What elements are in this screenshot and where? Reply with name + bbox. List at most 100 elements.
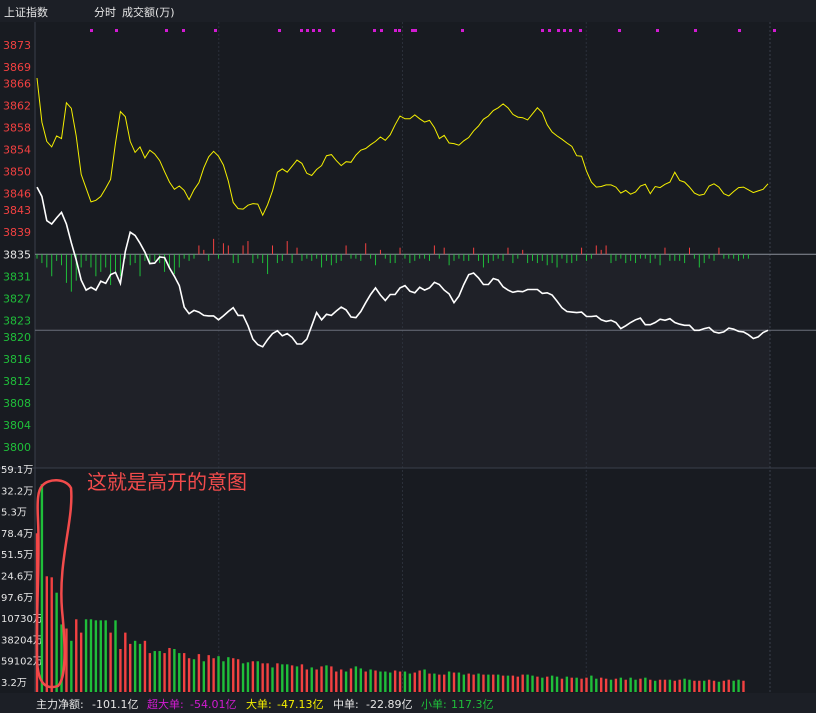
volume-bar	[384, 671, 387, 692]
volume-bar	[374, 670, 377, 692]
volume-bar	[467, 673, 470, 692]
volume-axis-label: 59.1万	[1, 465, 33, 476]
volume-bar	[153, 651, 156, 692]
price-axis-label: 3820	[3, 331, 31, 344]
price-axis-label: 3835	[3, 248, 31, 261]
volume-bar	[192, 659, 196, 692]
volume-bar	[639, 678, 642, 692]
volume-bar	[40, 484, 44, 692]
volume-axis-label: 78.4万	[1, 529, 33, 540]
volume-bar	[227, 657, 230, 692]
volume-bar	[413, 672, 416, 692]
volume-bar	[236, 659, 240, 692]
signal-dot	[373, 29, 376, 32]
price-axis-label: 3846	[3, 188, 31, 201]
signal-dot	[618, 29, 621, 32]
volume-axis-label: 24.6万	[1, 572, 33, 583]
volume-bar	[742, 680, 745, 692]
volume-bar	[595, 678, 598, 692]
volume-bar	[143, 640, 147, 692]
volume-bar	[364, 671, 367, 692]
volume-bar	[619, 677, 623, 692]
signal-dot	[411, 29, 414, 32]
volume-bar	[197, 654, 201, 692]
volume-bar	[516, 676, 519, 692]
price-axis-label: 3862	[3, 100, 31, 113]
volume-bar	[84, 619, 88, 692]
volume-bar	[310, 667, 313, 692]
volume-bar	[428, 673, 431, 692]
volume-bar	[624, 679, 627, 692]
signal-dot	[398, 29, 401, 32]
volume-bar	[511, 675, 515, 692]
volume-bar	[232, 658, 235, 692]
super-large-value: -54.01亿	[190, 698, 237, 711]
volume-bar	[79, 632, 83, 692]
signal-dot	[694, 29, 697, 32]
volume-bar	[496, 674, 500, 692]
volume-axis-label: 97.6万	[1, 593, 33, 604]
volume-bar	[187, 658, 191, 692]
signal-dot	[773, 29, 776, 32]
volume-bar	[658, 679, 662, 692]
medium-value: -22.89亿	[366, 698, 413, 711]
volume-bar	[707, 679, 711, 692]
volume-bar	[609, 679, 613, 692]
volume-bar	[433, 673, 436, 692]
volume-bar	[109, 632, 112, 692]
price-axis-label: 3866	[3, 78, 31, 91]
volume-bar	[305, 669, 309, 692]
volume-bar	[271, 667, 274, 692]
volume-bar	[531, 675, 534, 692]
intraday-chart[interactable]: 3873 3869 3866 3862 3858 3854 3850 3846 3843 3839…	[0, 0, 816, 713]
price-axis-label: 3854	[3, 144, 31, 157]
price-axis-label: 3827	[3, 292, 31, 305]
signal-dot	[541, 29, 544, 32]
volume-bar	[389, 672, 392, 692]
volume-bar	[65, 628, 68, 692]
volume-bar	[104, 620, 107, 692]
volume-bar	[315, 669, 318, 692]
volume-bar	[673, 680, 676, 692]
volume-bar	[599, 677, 603, 692]
signal-dot	[300, 29, 303, 32]
volume-bar	[604, 678, 608, 692]
signal-dot	[380, 29, 383, 32]
volume-bar	[281, 664, 284, 692]
price-axis-label: 3858	[3, 122, 31, 135]
volume-bar	[178, 653, 181, 692]
price-axis-label: 3831	[3, 270, 31, 283]
volume-bar	[325, 665, 328, 692]
volume-bar	[663, 679, 667, 692]
volume-bar	[698, 680, 701, 692]
volume-bar	[359, 668, 362, 692]
volume-bar	[94, 620, 98, 692]
main-net-value: -101.1亿	[92, 698, 139, 711]
price-axis-label: 3800	[3, 441, 31, 454]
signal-dot	[318, 29, 321, 32]
signal-dot	[563, 29, 566, 32]
super-large-label: 超大单:	[147, 698, 184, 711]
volume-bar	[614, 678, 618, 692]
volume-bar	[138, 643, 142, 692]
signal-dot	[569, 29, 572, 32]
volume-bar	[89, 619, 93, 692]
volume-bar	[261, 663, 264, 692]
volume-bar	[295, 666, 299, 692]
volume-bar	[330, 666, 333, 692]
volume-axis-label: 32.2万	[1, 486, 33, 497]
signal-dot	[461, 29, 464, 32]
volume-bar	[173, 648, 176, 692]
signal-dot	[332, 29, 335, 32]
volume-bar	[732, 680, 735, 692]
volume-bar	[222, 661, 225, 692]
volume-bar	[565, 676, 569, 692]
volume-bar	[526, 674, 529, 692]
large-value: -47.13亿	[277, 698, 324, 711]
volume-axis-label: 51.5万	[1, 550, 33, 561]
volume-bar	[590, 675, 593, 692]
signal-dot	[312, 29, 315, 32]
volume-bar	[575, 677, 578, 692]
price-axis-label: 3869	[3, 61, 31, 74]
volume-bar	[408, 673, 412, 692]
